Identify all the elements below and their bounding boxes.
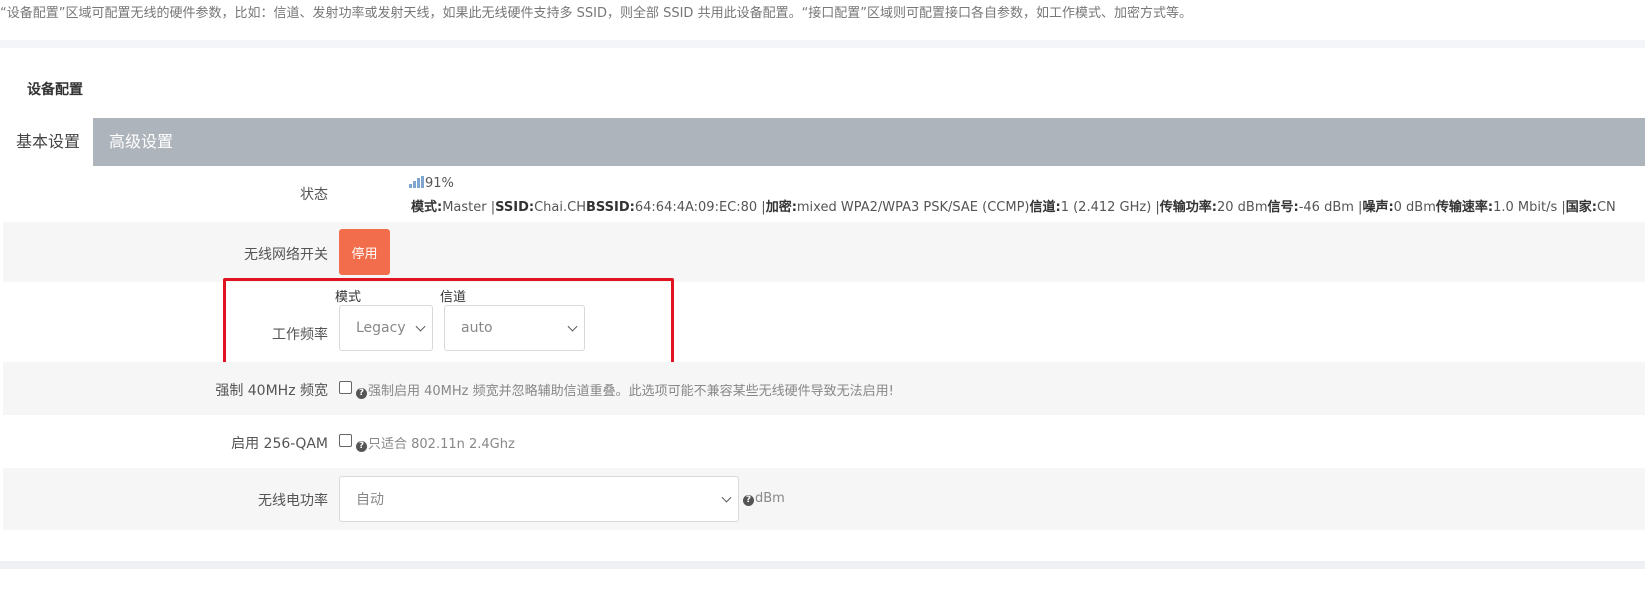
qam256-hint: ? 只适合 802.11n 2.4Ghz — [356, 433, 515, 452]
force-40mhz-hint: ? 强制启用 40MHz 频宽并忽略辅助信道重叠。此选项可能不兼容某些无线硬件导致… — [356, 380, 894, 399]
noise-value: 0 dBm — [1393, 200, 1436, 215]
signal-key: 信号: — [1267, 200, 1299, 215]
intro-text: “设备配置”区域可配置无线的硬件参数，比如：信道、发射功率或发射天线，如果此无线… — [0, 0, 1645, 40]
disable-wireless-button[interactable]: 停用 — [339, 229, 390, 275]
wireless-switch-row: 无线网络开关 — [3, 222, 1645, 282]
chevron-down-icon — [721, 492, 732, 503]
footer-band — [0, 561, 1645, 569]
help-icon: ? — [743, 495, 754, 506]
txpower-row: 无线电功率 — [3, 468, 1645, 530]
txpower-key: 传输功率: — [1159, 200, 1217, 215]
ssid-value: Chai.CH — [534, 200, 586, 215]
txpower-unit: ? dBm — [743, 491, 785, 506]
bssid-value: 64:64:4A:09:EC:80 | — [634, 200, 766, 215]
country-key: 国家: — [1565, 200, 1597, 215]
txpower-select[interactable]: 自动 — [339, 476, 739, 522]
channel-key: 信道: — [1029, 200, 1061, 215]
tab-bar: 基本设置 高级设置 — [3, 118, 1645, 166]
qam256-checkbox[interactable] — [339, 434, 352, 447]
txpower-select-value: 自动 — [356, 492, 384, 508]
bssid-key: BSSID: — [585, 200, 635, 215]
encryption-value: mixed WPA2/WPA3 PSK/SAE (CCMP) — [796, 200, 1030, 215]
country-value: CN — [1596, 200, 1616, 215]
qam256-row: 启用 256-QAM — [3, 415, 1645, 468]
signal-indicator: 91% — [409, 176, 454, 191]
section-title: 设备配置 — [27, 82, 83, 98]
tab-basic-settings[interactable]: 基本设置 — [3, 118, 94, 166]
qam256-hint-text: 只适合 802.11n 2.4Ghz — [368, 437, 515, 452]
wireless-switch-label: 无线网络开关 — [244, 247, 328, 263]
help-icon: ? — [356, 441, 367, 452]
encryption-key: 加密: — [765, 200, 797, 215]
ssid-key: SSID: — [495, 200, 535, 215]
mode-key: 模式: — [411, 200, 443, 215]
mode-value: Master | — [442, 200, 496, 215]
status-label: 状态 — [300, 187, 328, 203]
status-details: 模式:Master |SSID:Chai.CHBSSID:64:64:4A:09… — [411, 196, 1616, 215]
txpower-label: 无线电功率 — [258, 493, 328, 509]
tab-advanced-settings[interactable]: 高级设置 — [96, 118, 186, 166]
help-icon: ? — [356, 388, 367, 399]
force-40mhz-label: 强制 40MHz 频宽 — [215, 383, 328, 399]
rate-key: 传输速率: — [1435, 200, 1494, 215]
divider-band — [0, 40, 1645, 48]
highlight-box — [223, 278, 674, 368]
signal-percent: 91% — [425, 176, 454, 191]
noise-key: 噪声: — [1362, 200, 1394, 215]
force-40mhz-hint-text: 强制启用 40MHz 频宽并忽略辅助信道重叠。此选项可能不兼容某些无线硬件导致无… — [368, 384, 894, 399]
signal-value: -46 dBm | — [1298, 200, 1363, 215]
rate-value: 1.0 Mbit/s | — [1493, 200, 1566, 215]
force-40mhz-checkbox[interactable] — [339, 381, 352, 394]
signal-strength-icon — [409, 176, 425, 188]
txpower-unit-text: dBm — [755, 491, 785, 506]
qam256-label: 启用 256-QAM — [231, 436, 328, 452]
channel-value: 1 (2.412 GHz) | — [1060, 200, 1160, 215]
txpower-value: 20 dBm — [1217, 200, 1268, 215]
